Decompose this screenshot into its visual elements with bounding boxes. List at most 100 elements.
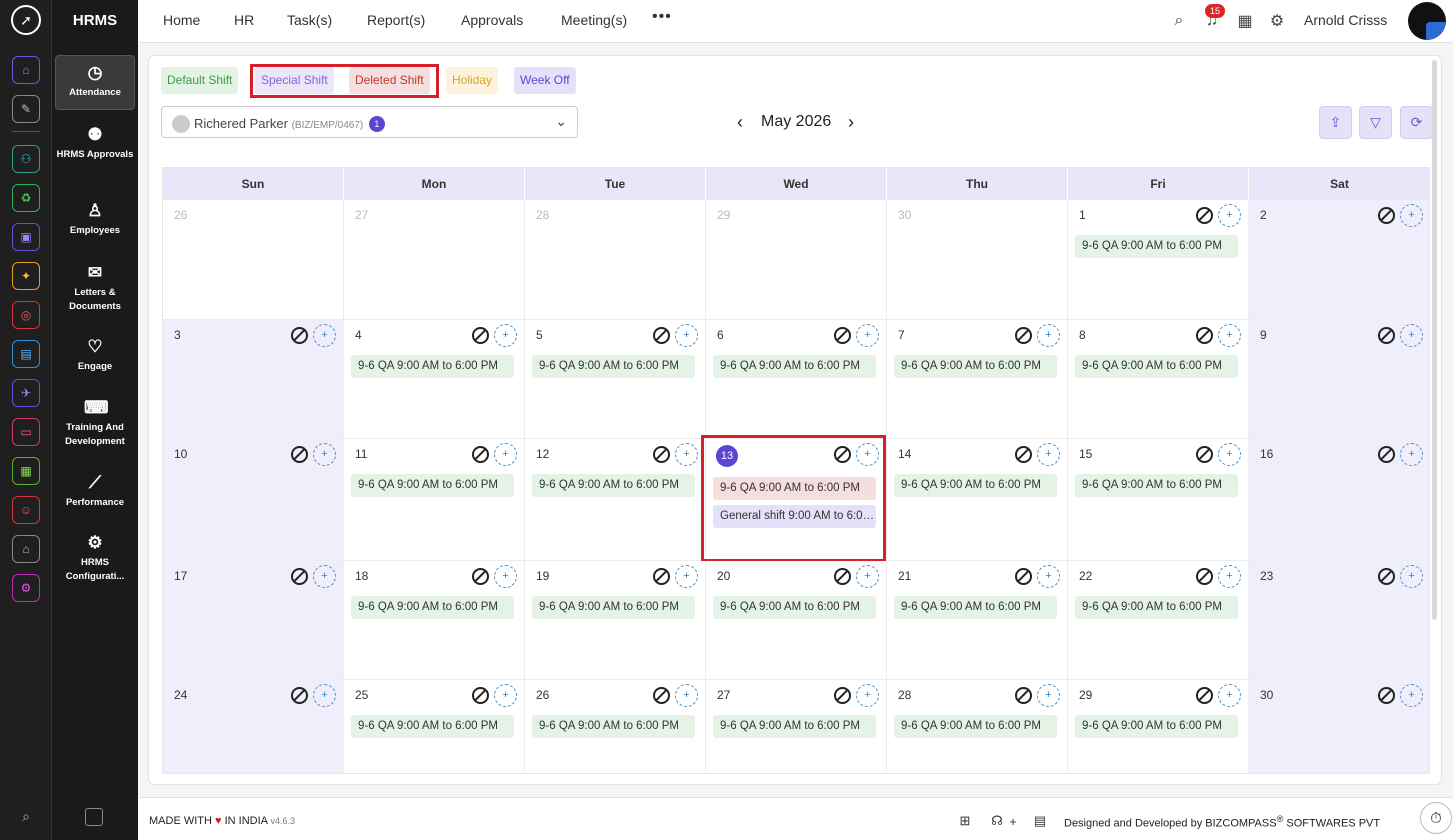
search-icon[interactable]: ⌕ (16, 806, 36, 826)
block-icon[interactable] (291, 327, 308, 344)
sidebar-item-training[interactable]: ⌨ Training And Development (55, 391, 135, 453)
default-shift-chip[interactable]: 9-6 QA 9:00 AM to 6:00 PM (532, 355, 695, 378)
calendar-day-cell[interactable]: 7 +9-6 QA 9:00 AM to 6:00 PM (887, 320, 1068, 439)
assign-user-icon[interactable]: + (675, 443, 698, 466)
block-icon[interactable] (653, 327, 670, 344)
block-icon[interactable] (1378, 207, 1395, 224)
filter-icon[interactable]: ▽ (1359, 106, 1392, 139)
calendar-day-cell[interactable]: 28 (525, 200, 706, 320)
nav-home[interactable]: Home (163, 12, 200, 28)
block-icon[interactable] (834, 327, 851, 344)
block-icon[interactable] (472, 687, 489, 704)
nav-approvals[interactable]: Approvals (461, 12, 523, 28)
block-icon[interactable] (1378, 568, 1395, 585)
sidebar-item-hrms-configuration[interactable]: ⚙ HRMS Configurati... (55, 526, 135, 588)
default-shift-chip[interactable]: 9-6 QA 9:00 AM to 6:00 PM (894, 596, 1057, 619)
calendar-day-cell[interactable]: 12 +9-6 QA 9:00 AM to 6:00 PM (525, 439, 706, 561)
assign-user-icon[interactable]: + (1400, 204, 1423, 227)
assign-user-icon[interactable]: + (494, 324, 517, 347)
default-shift-chip[interactable]: 9-6 QA 9:00 AM to 6:00 PM (1075, 596, 1238, 619)
compass-logo-icon[interactable]: ➚ (11, 5, 41, 35)
block-icon[interactable] (1378, 446, 1395, 463)
default-shift-chip[interactable]: 9-6 QA 9:00 AM to 6:00 PM (1075, 235, 1238, 258)
assign-user-icon[interactable]: + (856, 324, 879, 347)
assign-user-icon[interactable]: + (675, 565, 698, 588)
default-shift-chip[interactable]: 9-6 QA 9:00 AM to 6:00 PM (713, 596, 876, 619)
assign-user-icon[interactable]: + (1037, 443, 1060, 466)
block-icon[interactable] (472, 327, 489, 344)
chevron-down-icon[interactable]: ⌄ (555, 113, 567, 130)
assign-user-icon[interactable]: + (313, 684, 336, 707)
nav-meetings[interactable]: Meeting(s) (561, 12, 627, 28)
settings-icon[interactable]: ⚙ (12, 574, 40, 602)
calendar-day-cell[interactable]: 4 +9-6 QA 9:00 AM to 6:00 PM (344, 320, 525, 439)
default-shift-chip[interactable]: 9-6 QA 9:00 AM to 6:00 PM (713, 355, 876, 378)
block-icon[interactable] (653, 687, 670, 704)
default-shift-chip[interactable]: 9-6 QA 9:00 AM to 6:00 PM (1075, 474, 1238, 497)
hr-icon[interactable]: ✦ (12, 262, 40, 290)
block-icon[interactable] (291, 568, 308, 585)
monitor-icon[interactable]: ▭ (12, 418, 40, 446)
assign-user-icon[interactable]: + (856, 565, 879, 588)
assign-user-icon[interactable]: + (1037, 565, 1060, 588)
sidebar-item-employees[interactable]: ♙ Employees (55, 194, 135, 242)
calendar-day-cell[interactable]: 15 +9-6 QA 9:00 AM to 6:00 PM (1068, 439, 1249, 561)
calendar-day-cell[interactable]: 22 +9-6 QA 9:00 AM to 6:00 PM (1068, 561, 1249, 680)
calendar-day-cell[interactable]: 26 +9-6 QA 9:00 AM to 6:00 PM (525, 680, 706, 773)
block-icon[interactable] (291, 687, 308, 704)
default-shift-chip[interactable]: 9-6 QA 9:00 AM to 6:00 PM (351, 474, 514, 497)
calendar-day-cell[interactable]: 23 + (1249, 561, 1429, 680)
assign-user-icon[interactable]: + (856, 684, 879, 707)
default-shift-chip[interactable]: 9-6 QA 9:00 AM to 6:00 PM (532, 596, 695, 619)
assign-user-icon[interactable]: + (313, 324, 336, 347)
assign-user-icon[interactable]: + (1218, 324, 1241, 347)
archive-icon[interactable]: ▤ (12, 340, 40, 368)
calendar-day-cell[interactable]: 30 + (1249, 680, 1429, 773)
block-icon[interactable] (1196, 207, 1213, 224)
target-icon[interactable]: ◎ (12, 301, 40, 329)
block-icon[interactable] (472, 446, 489, 463)
sidebar-item-letters[interactable]: ✉ Letters & Documents (55, 256, 135, 318)
calendar-day-cell[interactable]: 10 + (163, 439, 344, 561)
avatar[interactable] (1408, 2, 1446, 40)
assign-user-icon[interactable]: + (313, 443, 336, 466)
user-alert-icon[interactable]: ☺ (12, 496, 40, 524)
calendar-day-cell[interactable]: 20 +9-6 QA 9:00 AM to 6:00 PM (706, 561, 887, 680)
windows-icon[interactable]: ⊞ (957, 813, 973, 829)
assign-user-icon[interactable]: + (675, 324, 698, 347)
page-scrollbar[interactable] (1432, 60, 1437, 620)
default-shift-chip[interactable]: 9-6 QA 9:00 AM to 6:00 PM (894, 474, 1057, 497)
doc-icon[interactable]: ▦ (12, 457, 40, 485)
calendar-day-cell[interactable]: 30 (887, 200, 1068, 320)
calendar-day-cell[interactable]: 16 + (1249, 439, 1429, 561)
calendar-day-cell[interactable]: 1 +9-6 QA 9:00 AM to 6:00 PM (1068, 200, 1249, 320)
recycle-icon[interactable]: ♻ (12, 184, 40, 212)
gear-icon[interactable]: ⚙ (1267, 11, 1287, 31)
more-menu-icon[interactable]: ••• (652, 8, 672, 26)
block-icon[interactable] (472, 568, 489, 585)
assign-user-icon[interactable]: + (494, 684, 517, 707)
block-icon[interactable] (1196, 446, 1213, 463)
assign-user-icon[interactable]: + (675, 684, 698, 707)
default-shift-chip[interactable]: 9-6 QA 9:00 AM to 6:00 PM (894, 355, 1057, 378)
calendar-day-cell[interactable]: 18 +9-6 QA 9:00 AM to 6:00 PM (344, 561, 525, 680)
block-icon[interactable] (1196, 687, 1213, 704)
block-icon[interactable] (1378, 687, 1395, 704)
people-icon[interactable]: ⚇ (12, 145, 40, 173)
default-shift-chip[interactable]: 9-6 QA 9:00 AM to 6:00 PM (532, 715, 695, 738)
nav-reports[interactable]: Report(s) (367, 12, 425, 28)
pin-icon[interactable]: ✎ (12, 95, 40, 123)
block-icon[interactable] (1196, 568, 1213, 585)
assign-user-icon[interactable]: + (1218, 443, 1241, 466)
sidebar-item-engage[interactable]: ♡ Engage (55, 330, 135, 378)
calendar-day-cell[interactable]: 21 +9-6 QA 9:00 AM to 6:00 PM (887, 561, 1068, 680)
nav-tasks[interactable]: Task(s) (287, 12, 332, 28)
calendar-day-cell[interactable]: 24 + (163, 680, 344, 773)
apps-grid-icon[interactable]: ▦ (1235, 11, 1255, 31)
plane-icon[interactable]: ✈ (12, 379, 40, 407)
employee-select[interactable]: Richered Parker (BIZ/EMP/0467) 1 ⌄ (161, 106, 578, 138)
support-icon[interactable]: ☊ (989, 813, 1005, 829)
default-shift-chip[interactable]: 9-6 QA 9:00 AM to 6:00 PM (1075, 355, 1238, 378)
calendar-day-cell[interactable]: 5 +9-6 QA 9:00 AM to 6:00 PM (525, 320, 706, 439)
briefcase-icon[interactable]: ▣ (12, 223, 40, 251)
